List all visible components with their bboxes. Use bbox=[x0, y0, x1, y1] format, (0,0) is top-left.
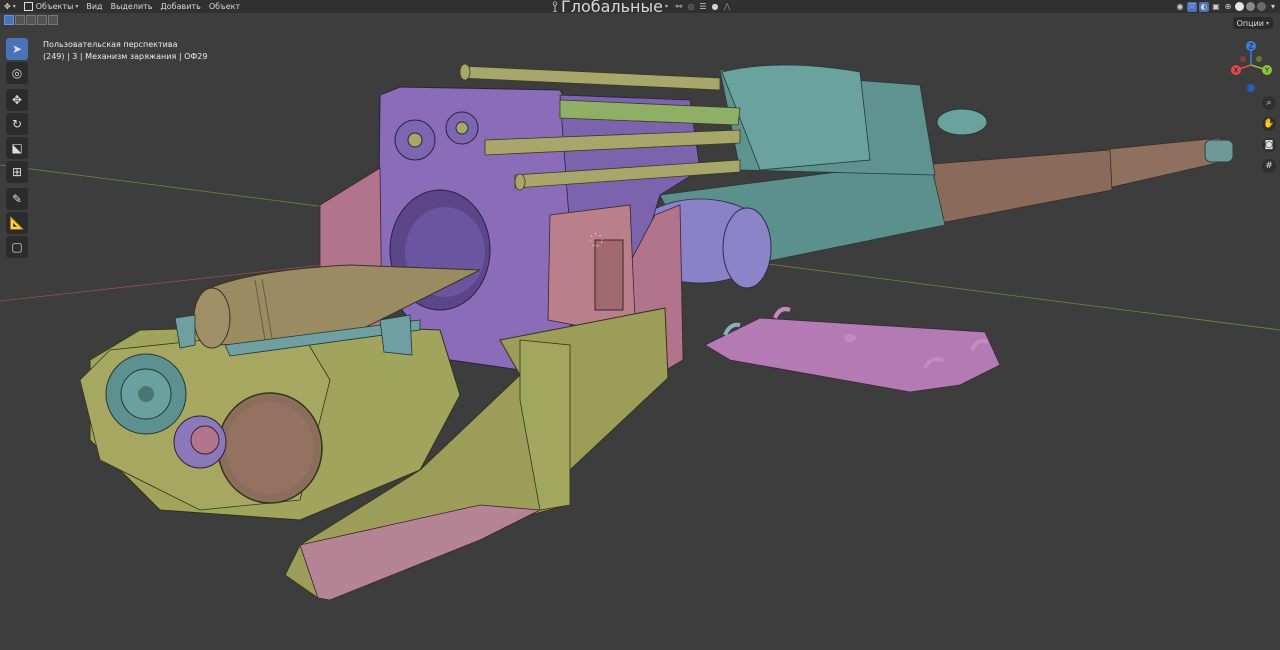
pan-hand-icon[interactable]: ✋ bbox=[1262, 117, 1276, 131]
3d-viewport[interactable] bbox=[0, 0, 1280, 650]
pivot-icon[interactable]: ⚯ bbox=[674, 2, 684, 12]
add-cube-icon[interactable]: ▢ bbox=[6, 236, 28, 258]
transform-controls: ⟟ Глобальные ▾ ⚯ ◎ ☰ ● ⋀ bbox=[548, 0, 732, 16]
chevron-down-icon: ▾ bbox=[12, 3, 16, 10]
xray-toggle-icon[interactable]: ▣ bbox=[1211, 2, 1221, 12]
orientation-icon: ⟟ bbox=[552, 0, 558, 16]
viewport-display-controls: ◉ ⤧ ◐ ▣ ⊕ ▾ bbox=[1175, 0, 1278, 13]
tool-shelf: ➤ ◎ ✥ ↻ ⬕ ⊞ ✎ 📐 ▢ bbox=[6, 38, 30, 260]
solid-shading-icon[interactable] bbox=[1235, 2, 1244, 11]
viewport-info: Пользовательская перспектива (249) | 3 |… bbox=[43, 39, 207, 63]
selection-mode-buttons bbox=[4, 15, 58, 29]
snap-icon[interactable]: ◎ bbox=[686, 2, 696, 12]
gun-barrel bbox=[899, 137, 1234, 226]
annotate-icon[interactable]: ✎ bbox=[6, 188, 28, 210]
scale-icon[interactable]: ⬕ bbox=[6, 137, 28, 159]
gizmo-x-label: X bbox=[1234, 67, 1239, 75]
navigation-gizmo[interactable]: Z X Y bbox=[1224, 38, 1278, 94]
chevron-down-icon: ▾ bbox=[75, 3, 79, 10]
chevron-down-icon: ▾ bbox=[665, 3, 669, 10]
gizmo-z-label: Z bbox=[1249, 43, 1254, 51]
select-extend-icon[interactable] bbox=[15, 15, 25, 25]
transform-icon[interactable]: ⊞ bbox=[6, 161, 28, 183]
select-difference-icon[interactable] bbox=[48, 15, 58, 25]
gizmo-neg-z[interactable] bbox=[1247, 84, 1255, 92]
overlay-toggle-icon[interactable]: ◐ bbox=[1199, 1, 1209, 12]
visibility-icon[interactable]: ◉ bbox=[1175, 2, 1185, 12]
select-box-icon[interactable]: ➤ bbox=[6, 38, 28, 60]
material-shading-icon[interactable] bbox=[1246, 2, 1255, 11]
zoom-icon[interactable]: ⌕ bbox=[1262, 96, 1276, 110]
rotate-icon[interactable]: ↻ bbox=[6, 113, 28, 135]
lower-frame bbox=[79, 307, 669, 601]
select-intersect-icon[interactable] bbox=[37, 15, 47, 25]
object-info: (249) | 3 | Механизм заряжания | ОФ29 bbox=[43, 52, 208, 61]
cursor-icon[interactable]: ◎ bbox=[6, 62, 28, 84]
select-new-icon[interactable] bbox=[4, 15, 14, 25]
editor-type-button[interactable]: ✥ ▾ bbox=[0, 0, 20, 13]
falloff-icon[interactable]: ⋀ bbox=[722, 2, 732, 12]
rendered-shading-icon[interactable] bbox=[1257, 2, 1266, 11]
select-subtract-icon[interactable] bbox=[26, 15, 36, 25]
mode-select[interactable]: Объекты ▾ bbox=[20, 0, 83, 13]
orientation-select[interactable]: ⟟ Глобальные ▾ bbox=[548, 0, 672, 16]
wireframe-shading-icon[interactable]: ⊕ bbox=[1223, 2, 1233, 12]
menu-add[interactable]: Добавить bbox=[157, 0, 205, 13]
gizmo-neg-x[interactable] bbox=[1256, 56, 1262, 62]
snap-settings-icon[interactable]: ☰ bbox=[698, 2, 708, 12]
menu-select[interactable]: Выделить bbox=[107, 0, 157, 13]
options-label: Опции bbox=[1236, 18, 1264, 28]
chevron-down-icon: ▾ bbox=[1265, 19, 1269, 27]
object-mode-icon bbox=[23, 2, 33, 11]
menu-object[interactable]: Объект bbox=[205, 0, 244, 13]
gizmo-toggle-icon[interactable]: ⤧ bbox=[1187, 1, 1197, 12]
navigation-buttons: ⌕ ✋ ◙ # bbox=[1262, 96, 1276, 180]
gizmo-neg-y[interactable] bbox=[1240, 56, 1246, 62]
mode-label: Объекты bbox=[35, 2, 74, 11]
proportional-edit-icon[interactable]: ● bbox=[710, 2, 720, 12]
gizmo-y-label: Y bbox=[1264, 67, 1270, 75]
options-button[interactable]: Опции ▾ bbox=[1232, 17, 1273, 29]
menu-view[interactable]: Вид bbox=[82, 0, 106, 13]
camera-icon[interactable]: ◙ bbox=[1262, 138, 1276, 152]
shading-options-icon[interactable]: ▾ bbox=[1268, 2, 1278, 12]
orientation-label: Глобальные bbox=[560, 0, 663, 16]
view-name: Пользовательская перспектива bbox=[43, 40, 178, 49]
editor-type-icon: ✥ bbox=[4, 2, 11, 11]
measure-icon[interactable]: 📐 bbox=[6, 212, 28, 234]
move-icon[interactable]: ✥ bbox=[6, 89, 28, 111]
floor-plate bbox=[704, 307, 1001, 393]
model-render bbox=[0, 63, 1280, 601]
grid-icon[interactable]: # bbox=[1262, 159, 1276, 173]
